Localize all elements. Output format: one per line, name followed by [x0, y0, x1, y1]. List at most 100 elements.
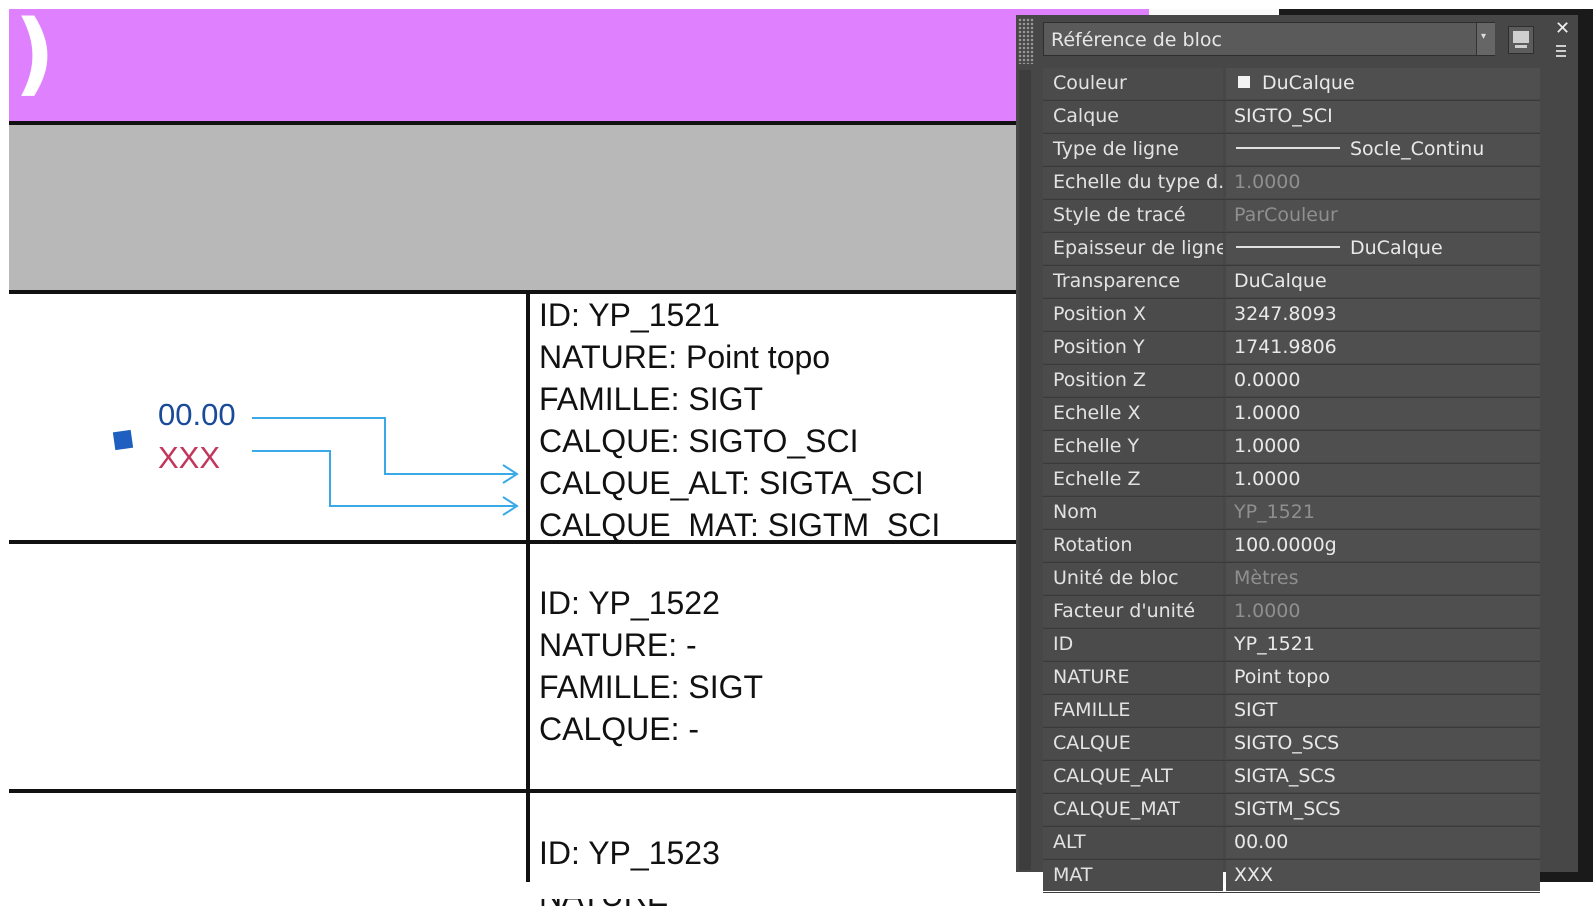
property-value[interactable]: SIGTO_SCI	[1226, 101, 1540, 132]
property-value[interactable]: 1.0000	[1226, 167, 1540, 198]
property-value[interactable]: DuCalque	[1226, 266, 1540, 297]
property-value-text: SIGTA_SCS	[1234, 765, 1336, 787]
property-row[interactable]: ALT 00.00	[1043, 827, 1540, 860]
property-row[interactable]: Couleur DuCalque	[1043, 68, 1540, 101]
property-value[interactable]: 100.0000g	[1226, 530, 1540, 561]
property-row[interactable]: Calque SIGTO_SCI	[1043, 101, 1540, 134]
property-row[interactable]: Echelle Z 1.0000	[1043, 464, 1540, 497]
attr-line: ID: YP_1521	[539, 297, 720, 333]
property-value-text: Socle_Continu	[1350, 138, 1485, 160]
attr-line: CALQUE_ALT: SIGTA_SCI	[539, 465, 924, 501]
quick-select-button[interactable]	[1508, 26, 1534, 54]
property-value[interactable]: Mètres	[1226, 563, 1540, 594]
palette-grip-handle[interactable]	[1018, 18, 1034, 64]
property-value[interactable]: 1741.9806	[1226, 332, 1540, 363]
property-row[interactable]: Echelle Y 1.0000	[1043, 431, 1540, 464]
property-value[interactable]: DuCalque	[1226, 233, 1540, 264]
attribute-block-2[interactable]: ID: YP_1522 NATURE: - FAMILLE: SIGT CALQ…	[539, 582, 763, 750]
property-row[interactable]: ID YP_1521	[1043, 629, 1540, 662]
property-value-text: Mètres	[1234, 567, 1299, 589]
property-value-text: SIGTO_SCI	[1234, 105, 1333, 127]
property-name: CALQUE_MAT	[1043, 794, 1223, 825]
property-value[interactable]: 1.0000	[1226, 431, 1540, 462]
properties-grid: Couleur DuCalque Calque SIGTO_SCI Type de li…	[1043, 68, 1540, 893]
property-value[interactable]: Socle_Continu	[1226, 134, 1540, 165]
property-value[interactable]: SIGTO_SCS	[1226, 728, 1540, 759]
property-row[interactable]: Rotation 100.0000g	[1043, 530, 1540, 563]
property-row[interactable]: Epaisseur de ligne DuCalque	[1043, 233, 1540, 266]
property-name: Position X	[1043, 299, 1223, 330]
property-value-text: ParCouleur	[1234, 204, 1338, 226]
attr-line: NATURE: -	[539, 627, 697, 663]
menu-icon[interactable]	[1556, 42, 1570, 58]
property-row[interactable]: Echelle X 1.0000	[1043, 398, 1540, 431]
property-value-text: 1741.9806	[1234, 336, 1337, 358]
property-value-text: 3247.8093	[1234, 303, 1337, 325]
property-row[interactable]: Style de tracé ParCouleur	[1043, 200, 1540, 233]
chevron-down-icon: ▾	[1481, 31, 1487, 42]
property-row[interactable]: Unité de bloc Mètres	[1043, 563, 1540, 596]
property-name: Echelle Y	[1043, 431, 1223, 462]
property-value-text: DuCalque	[1262, 72, 1355, 94]
property-value[interactable]: SIGTA_SCS	[1226, 761, 1540, 792]
property-value[interactable]: 0.0000	[1226, 365, 1540, 396]
attr-line: CALQUE: SIGTO_SCI	[539, 423, 859, 459]
property-row[interactable]: NATURE Point topo	[1043, 662, 1540, 695]
property-row[interactable]: Echelle du type d... 1.0000	[1043, 167, 1540, 200]
property-name: Transparence	[1043, 266, 1223, 297]
line-sample-icon	[1236, 245, 1340, 248]
property-name: Epaisseur de ligne	[1043, 233, 1223, 264]
property-value[interactable]: 1.0000	[1226, 596, 1540, 627]
property-value-text: 0.0000	[1234, 369, 1301, 391]
property-row[interactable]: Position Y 1741.9806	[1043, 332, 1540, 365]
attribute-block-1[interactable]: ID: YP_1521 NATURE: Point topo FAMILLE: …	[539, 294, 940, 546]
property-value-text: 100.0000g	[1234, 534, 1337, 556]
property-name: Unité de bloc	[1043, 563, 1223, 594]
property-value[interactable]: Point topo	[1226, 662, 1540, 693]
property-value[interactable]: XXX	[1226, 860, 1540, 891]
property-value-text: 00.00	[1234, 831, 1289, 853]
attr-line: CALQUE_MAT: SIGTM_SCI	[539, 507, 941, 543]
property-value[interactable]: SIGT	[1226, 695, 1540, 726]
object-type-dropdown[interactable]: ▾	[1476, 23, 1495, 55]
property-row[interactable]: CALQUE_ALT SIGTA_SCS	[1043, 761, 1540, 794]
property-name: Position Y	[1043, 332, 1223, 363]
alt-leader-arrow	[252, 417, 517, 475]
property-name: MAT	[1043, 860, 1223, 891]
property-value[interactable]: SIGTM_SCS	[1226, 794, 1540, 825]
quick-select-icon	[1513, 31, 1529, 43]
property-value[interactable]: YP_1521	[1226, 497, 1540, 528]
object-type-selector[interactable]: Référence de bloc	[1043, 22, 1495, 56]
close-icon[interactable]: ✕	[1555, 18, 1573, 40]
property-row[interactable]: Nom YP_1521	[1043, 497, 1540, 530]
property-name: ALT	[1043, 827, 1223, 858]
property-value[interactable]: 1.0000	[1226, 464, 1540, 495]
property-name: Facteur d'unité	[1043, 596, 1223, 627]
property-name: Position Z	[1043, 365, 1223, 396]
property-value-text: 1.0000	[1234, 468, 1301, 490]
property-value[interactable]: DuCalque	[1226, 68, 1540, 99]
property-value[interactable]: 1.0000	[1226, 398, 1540, 429]
property-value[interactable]: 00.00	[1226, 827, 1540, 858]
attribute-block-3[interactable]: ID: YP_1523 NATURE	[539, 832, 720, 916]
property-row[interactable]: CALQUE SIGTO_SCS	[1043, 728, 1540, 761]
property-value[interactable]: 3247.8093	[1226, 299, 1540, 330]
property-row[interactable]: Facteur d'unité 1.0000	[1043, 596, 1540, 629]
property-value-text: 1.0000	[1234, 402, 1301, 424]
property-row[interactable]: MAT XXX	[1043, 860, 1540, 893]
property-row[interactable]: Position X 3247.8093	[1043, 299, 1540, 332]
property-value-text: YP_1521	[1234, 501, 1315, 523]
property-row[interactable]: Position Z 0.0000	[1043, 365, 1540, 398]
property-row[interactable]: CALQUE_MAT SIGTM_SCS	[1043, 794, 1540, 827]
property-value-text: DuCalque	[1350, 237, 1443, 259]
attr-line: FAMILLE: SIGT	[539, 381, 764, 417]
property-value[interactable]: YP_1521	[1226, 629, 1540, 660]
property-value-text: 1.0000	[1234, 171, 1301, 193]
property-name: Calque	[1043, 101, 1223, 132]
property-row[interactable]: Transparence DuCalque	[1043, 266, 1540, 299]
property-value[interactable]: ParCouleur	[1226, 200, 1540, 231]
property-row[interactable]: Type de ligne Socle_Continu	[1043, 134, 1540, 167]
property-row[interactable]: FAMILLE SIGT	[1043, 695, 1540, 728]
property-value-text: SIGTO_SCS	[1234, 732, 1340, 754]
palette-side-strip	[1019, 70, 1031, 870]
